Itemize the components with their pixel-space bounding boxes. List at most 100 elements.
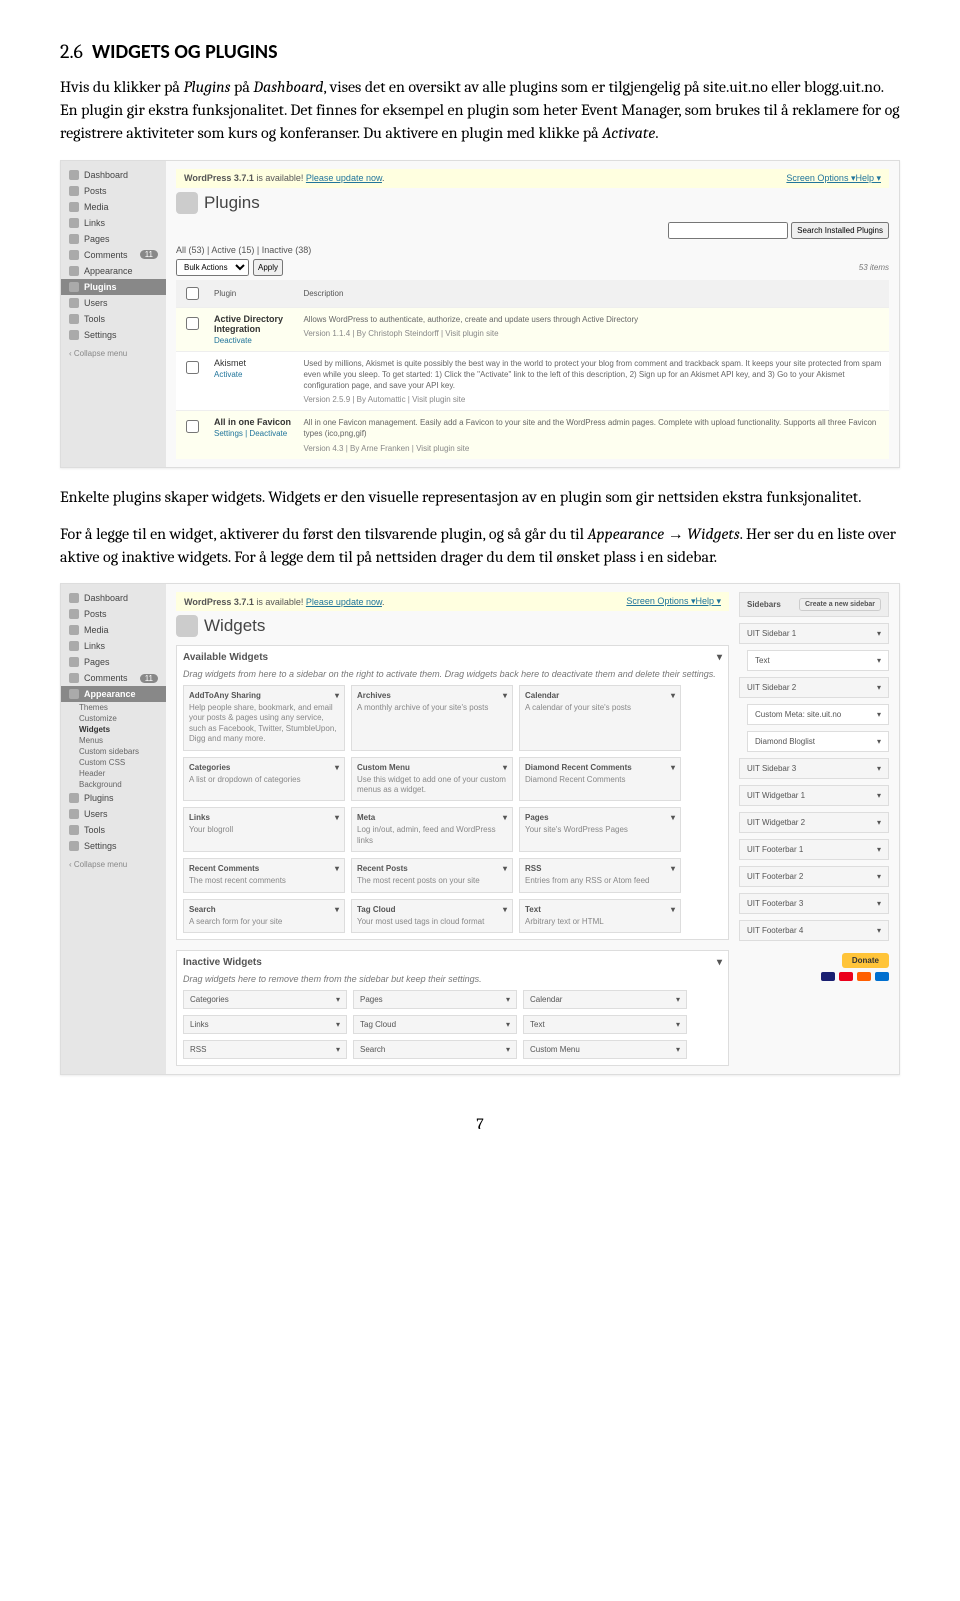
screen-options[interactable]: Screen Options ▾ (786, 173, 855, 183)
menu-tools[interactable]: Tools (61, 311, 166, 327)
menu-tools[interactable]: Tools (61, 822, 166, 838)
sidebar-panel[interactable]: UIT Footerbar 1▾ (739, 839, 889, 860)
sidebar-panel[interactable]: UIT Footerbar 2▾ (739, 866, 889, 887)
sidebar-widget-item[interactable]: Diamond Bloglist▾ (747, 731, 889, 752)
widget-box[interactable]: Recent Comments▾The most recent comments (183, 858, 345, 892)
submenu-header[interactable]: Header (79, 768, 166, 779)
submenu-widgets[interactable]: Widgets (79, 724, 166, 735)
menu-appearance[interactable]: Appearance (61, 686, 166, 702)
search-plugins-input[interactable] (668, 222, 788, 239)
donate-section: Donate (739, 953, 889, 981)
widget-box[interactable]: Custom Menu▾Use this widget to add one o… (351, 757, 513, 802)
widget-box[interactable]: AddToAny Sharing▾Help people share, book… (183, 685, 345, 751)
menu-pages[interactable]: Pages (61, 231, 166, 247)
submenu-custom-css[interactable]: Custom CSS (79, 757, 166, 768)
sidebar-widget-item[interactable]: Text▾ (747, 650, 889, 671)
plugin-name: Active Directory Integration (214, 314, 291, 334)
help-tab[interactable]: Help ▾ (855, 173, 881, 183)
collapse-menu[interactable]: ‹ Collapse menu (61, 854, 166, 875)
widget-box[interactable]: Archives▾A monthly archive of your site'… (351, 685, 513, 751)
row-checkbox[interactable] (186, 361, 199, 374)
menu-settings[interactable]: Settings (61, 327, 166, 343)
plugin-action-links[interactable]: Deactivate (214, 336, 291, 345)
menu-media[interactable]: Media (61, 199, 166, 215)
submenu-menus[interactable]: Menus (79, 735, 166, 746)
bulk-actions-select[interactable]: Bulk Actions (176, 259, 249, 276)
widget-box[interactable]: Pages▾Your site's WordPress Pages (519, 807, 681, 852)
submenu-custom-sidebars[interactable]: Custom sidebars (79, 746, 166, 757)
menu-posts[interactable]: Posts (61, 606, 166, 622)
pages-icon (69, 234, 79, 244)
menu-dashboard[interactable]: Dashboard (61, 590, 166, 606)
update-link[interactable]: Please update now (306, 597, 382, 607)
sidebar-widget-item[interactable]: Custom Meta: site.uit.no▾ (747, 704, 889, 725)
comment-count-badge: 11 (140, 250, 158, 259)
menu-users[interactable]: Users (61, 806, 166, 822)
plugin-version: Version 4.3 | By Arne Franken | Visit pl… (303, 444, 883, 453)
sidebar-panel[interactable]: UIT Footerbar 4▾ (739, 920, 889, 941)
widget-box[interactable]: Diamond Recent Comments▾Diamond Recent C… (519, 757, 681, 802)
inactive-widget[interactable]: Links▾ (183, 1015, 347, 1034)
sidebar-panel[interactable]: UIT Sidebar 1▾ (739, 623, 889, 644)
submenu-background[interactable]: Background (79, 779, 166, 790)
menu-media[interactable]: Media (61, 622, 166, 638)
plugin-action-links[interactable]: Settings | Deactivate (214, 429, 291, 438)
search-plugins-button[interactable]: Search Installed Plugins (791, 222, 889, 239)
arrow-icon: → (668, 526, 684, 543)
sidebar-panel[interactable]: UIT Sidebar 2▾ (739, 677, 889, 698)
menu-posts[interactable]: Posts (61, 183, 166, 199)
menu-users[interactable]: Users (61, 295, 166, 311)
sidebar-panel[interactable]: UIT Widgetbar 2▾ (739, 812, 889, 833)
collapse-icon[interactable]: ▾ (717, 652, 722, 663)
inactive-widget[interactable]: Calendar▾ (523, 990, 687, 1009)
menu-links[interactable]: Links (61, 638, 166, 654)
help-tab[interactable]: Help ▾ (695, 596, 721, 606)
menu-pages[interactable]: Pages (61, 654, 166, 670)
inactive-widget[interactable]: Categories▾ (183, 990, 347, 1009)
plugin-action-links[interactable]: Activate (214, 370, 291, 379)
inactive-widget[interactable]: Pages▾ (353, 990, 517, 1009)
inactive-widget[interactable]: RSS▾ (183, 1040, 347, 1059)
widget-box[interactable]: RSS▾Entries from any RSS or Atom feed (519, 858, 681, 892)
collapse-icon[interactable]: ▾ (717, 957, 722, 968)
apply-button[interactable]: Apply (253, 259, 283, 276)
collapse-menu[interactable]: ‹ Collapse menu (61, 343, 166, 364)
submenu-customize[interactable]: Customize (79, 713, 166, 724)
menu-comments[interactable]: Comments11 (61, 670, 166, 686)
sidebar-panel[interactable]: UIT Sidebar 3▾ (739, 758, 889, 779)
row-checkbox[interactable] (186, 317, 199, 330)
menu-appearance[interactable]: Appearance (61, 263, 166, 279)
plugin-filter-links[interactable]: All (53) | Active (15) | Inactive (38) (176, 245, 889, 255)
menu-plugins[interactable]: Plugins (61, 790, 166, 806)
inactive-widget[interactable]: Text▾ (523, 1015, 687, 1034)
menu-comments[interactable]: Comments11 (61, 247, 166, 263)
widget-box[interactable]: Meta▾Log in/out, admin, feed and WordPre… (351, 807, 513, 852)
create-sidebar-button[interactable]: Create a new sidebar (799, 598, 881, 611)
widget-box[interactable]: Search▾A search form for your site (183, 899, 345, 933)
donate-button[interactable]: Donate (842, 953, 889, 968)
inactive-widgets-desc: Drag widgets here to remove them from th… (183, 974, 722, 984)
update-link[interactable]: Please update now (306, 173, 382, 183)
menu-dashboard[interactable]: Dashboard (61, 167, 166, 183)
inactive-widget[interactable]: Custom Menu▾ (523, 1040, 687, 1059)
widget-box[interactable]: Text▾Arbitrary text or HTML (519, 899, 681, 933)
menu-settings[interactable]: Settings (61, 838, 166, 854)
sidebar-panel[interactable]: UIT Widgetbar 1▾ (739, 785, 889, 806)
screen-options[interactable]: Screen Options ▾ (626, 596, 695, 606)
widget-box[interactable]: Recent Posts▾The most recent posts on yo… (351, 858, 513, 892)
widget-box[interactable]: Tag Cloud▾Your most used tags in cloud f… (351, 899, 513, 933)
widget-box[interactable]: Calendar▾A calendar of your site's posts (519, 685, 681, 751)
update-notice: WordPress 3.7.1 is available! Please upd… (176, 169, 889, 188)
select-all-checkbox[interactable] (186, 287, 199, 300)
inactive-widget[interactable]: Tag Cloud▾ (353, 1015, 517, 1034)
widget-box[interactable]: Categories▾A list or dropdown of categor… (183, 757, 345, 802)
menu-links[interactable]: Links (61, 215, 166, 231)
row-checkbox[interactable] (186, 420, 199, 433)
plugin-name: Akismet (214, 358, 291, 368)
appearance-submenu: Themes Customize Widgets Menus Custom si… (61, 702, 166, 790)
menu-plugins[interactable]: Plugins (61, 279, 166, 295)
sidebar-panel[interactable]: UIT Footerbar 3▾ (739, 893, 889, 914)
widget-box[interactable]: Links▾Your blogroll (183, 807, 345, 852)
submenu-themes[interactable]: Themes (79, 702, 166, 713)
inactive-widget[interactable]: Search▾ (353, 1040, 517, 1059)
